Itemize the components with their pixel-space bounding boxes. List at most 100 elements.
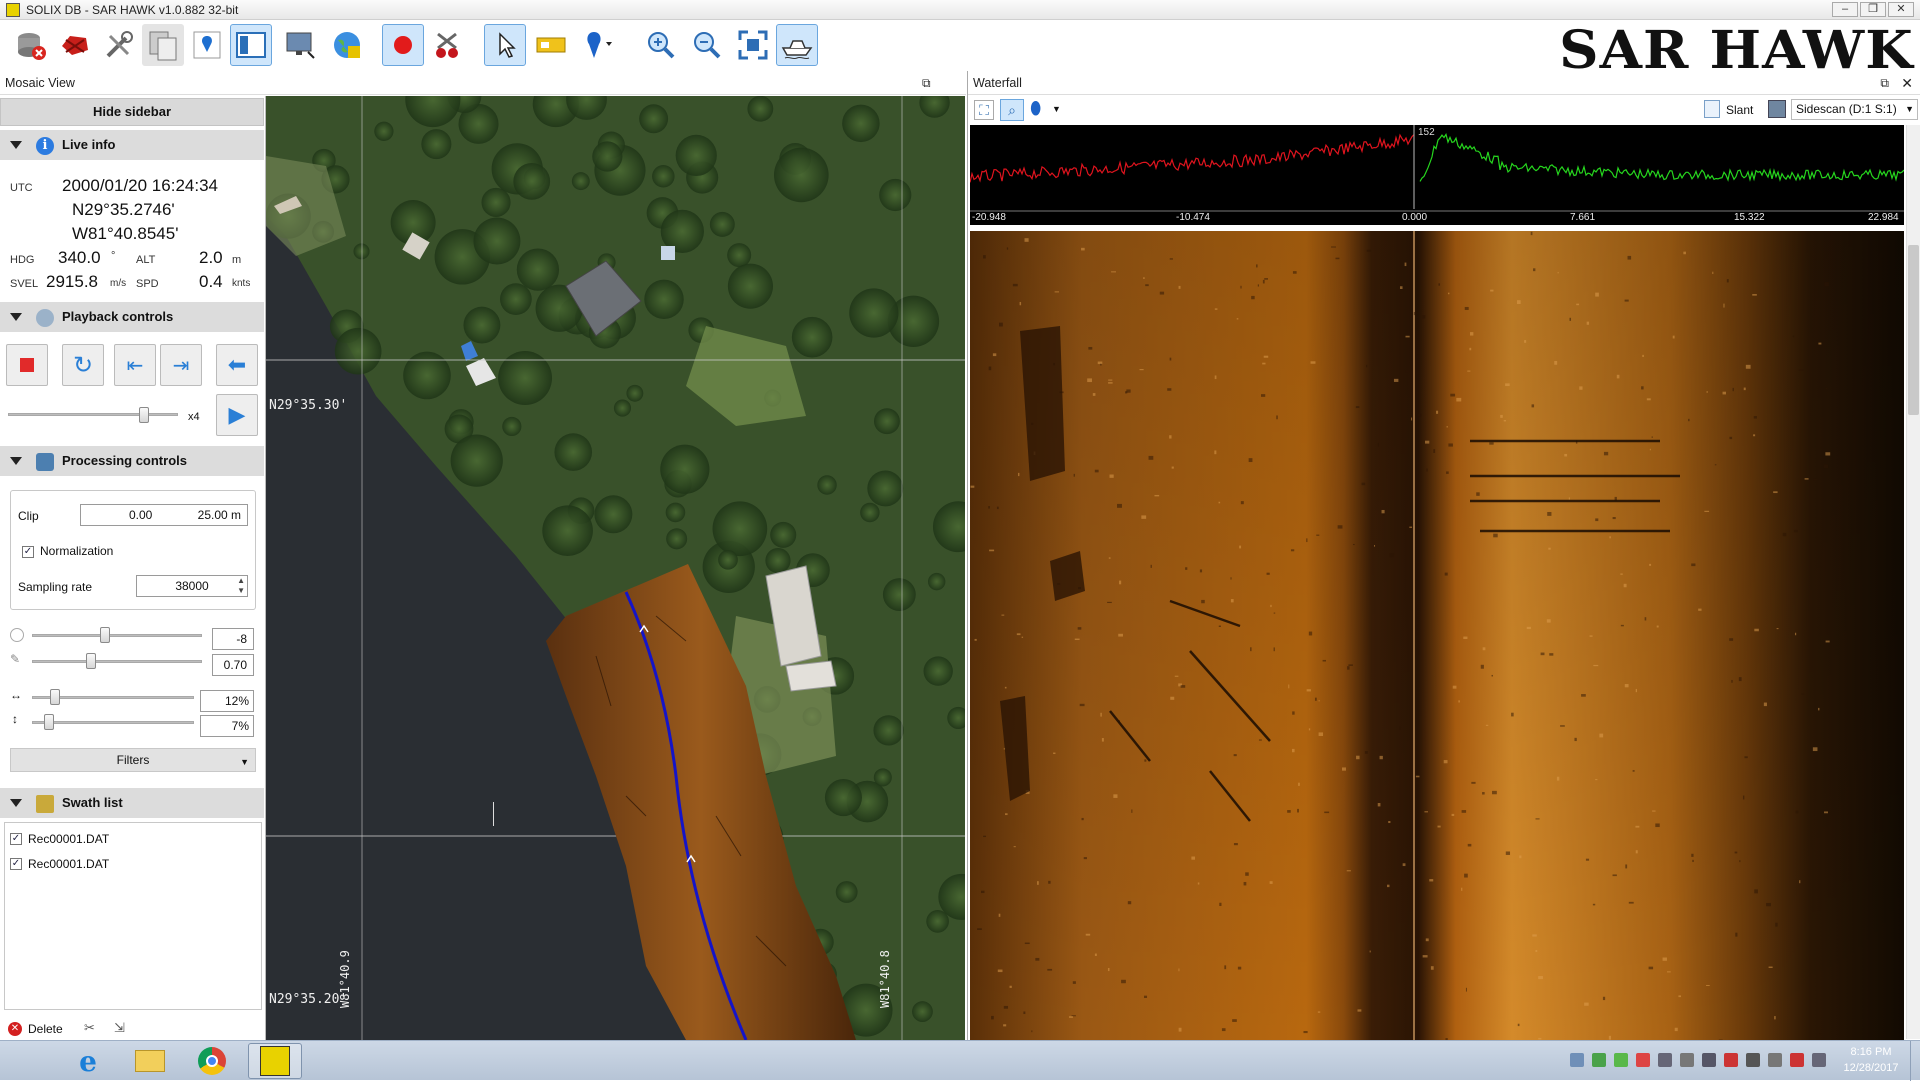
slider2-track[interactable] xyxy=(32,660,202,663)
next-button[interactable]: ⇥ xyxy=(160,344,202,386)
tray-icon[interactable] xyxy=(1702,1053,1716,1067)
fit-view-button[interactable] xyxy=(732,24,774,66)
swath-item-checkbox[interactable]: ✓ xyxy=(10,858,22,870)
close-icon[interactable]: ✕ xyxy=(1901,71,1913,95)
delete-icon[interactable]: ✕ xyxy=(8,1022,22,1036)
tray-icon[interactable] xyxy=(1570,1053,1584,1067)
tray-icon[interactable] xyxy=(1680,1053,1694,1067)
tray-icon[interactable] xyxy=(1658,1053,1672,1067)
speaker-icon[interactable] xyxy=(1746,1053,1760,1067)
fit-view-icon[interactable]: ⛶ xyxy=(974,100,994,120)
tree-blob xyxy=(614,400,631,417)
marker-button[interactable] xyxy=(186,24,228,66)
pointer-button[interactable] xyxy=(484,24,526,66)
previous-button[interactable]: ⇤ xyxy=(114,344,156,386)
slider4-knob[interactable] xyxy=(44,714,54,730)
mode-dropdown[interactable]: Sidescan (D:1 S:1) ▼ xyxy=(1791,99,1918,120)
globe-button[interactable] xyxy=(326,24,368,66)
filters-dropdown[interactable]: Filters ▼ xyxy=(10,748,256,772)
mosaic-view-header: Mosaic View ⧉ xyxy=(0,71,966,95)
slider1-value[interactable]: -8 xyxy=(212,628,254,650)
processing-controls-header[interactable]: Processing controls xyxy=(0,446,264,476)
sampling-rate-spinbox[interactable]: 38000 ▲▼ xyxy=(136,575,248,597)
slant-label[interactable]: Slant xyxy=(1726,103,1753,117)
loop-button[interactable]: ↻ xyxy=(62,344,104,386)
live-info-header[interactable]: i Live info xyxy=(0,130,264,160)
hide-sidebar-button[interactable]: Hide sidebar xyxy=(0,98,264,126)
swath-list-header[interactable]: Swath list xyxy=(0,788,264,818)
slant-icon[interactable] xyxy=(1704,100,1720,118)
internet-explorer-icon[interactable]: e xyxy=(64,1043,112,1079)
stop-button[interactable] xyxy=(6,344,48,386)
sar-hawk-taskbar-icon[interactable] xyxy=(248,1043,302,1079)
mosaic-map[interactable]: N29°35.30' N29°35.20' W81°40.9 W81°40.8 xyxy=(266,96,965,1040)
clock-date[interactable]: 12/28/2017 xyxy=(1836,1062,1906,1074)
tray-icon[interactable] xyxy=(1636,1053,1650,1067)
waypoint-button[interactable] xyxy=(576,24,618,66)
sonar-speckle xyxy=(1342,767,1346,770)
swath-list-title: Swath list xyxy=(62,788,123,818)
play-button[interactable]: ▶ xyxy=(216,394,258,436)
show-desktop-button[interactable] xyxy=(1910,1041,1920,1081)
swath-list-item[interactable]: Rec00001.DAT xyxy=(28,857,109,871)
minimize-button[interactable]: – xyxy=(1832,2,1858,17)
slider2-knob[interactable] xyxy=(86,653,96,669)
close-database-button[interactable] xyxy=(10,24,52,66)
screen-button[interactable] xyxy=(280,24,322,66)
zoom-icon[interactable]: ⌕ xyxy=(1000,99,1024,121)
spin-arrows-icon[interactable]: ▲▼ xyxy=(237,576,245,596)
collapse-arrow-icon[interactable] xyxy=(10,457,22,465)
record-button[interactable] xyxy=(382,24,424,66)
slider4-value[interactable]: 7% xyxy=(200,715,254,737)
cherries-button[interactable] xyxy=(426,24,468,66)
copy-button[interactable] xyxy=(142,24,184,66)
swath-item-checkbox[interactable]: ✓ xyxy=(10,833,22,845)
playback-controls-header[interactable]: Playback controls xyxy=(0,302,264,332)
tools-small-icon[interactable]: ✂ xyxy=(84,1020,95,1036)
delete-button[interactable]: Delete xyxy=(28,1022,63,1036)
radio-icon[interactable] xyxy=(10,628,24,642)
collapse-arrow-icon[interactable] xyxy=(10,799,22,807)
tray-icon[interactable] xyxy=(1790,1053,1804,1067)
tools-button[interactable] xyxy=(98,24,140,66)
tray-icon[interactable] xyxy=(1812,1053,1826,1067)
maximize-button[interactable]: ❐ xyxy=(1860,2,1886,17)
clock-time[interactable]: 8:16 PM xyxy=(1836,1046,1906,1058)
tray-icon[interactable] xyxy=(1592,1053,1606,1067)
swath-list-item[interactable]: Rec00001.DAT xyxy=(28,832,109,846)
tray-icon[interactable] xyxy=(1724,1053,1738,1067)
tray-icon[interactable] xyxy=(1614,1053,1628,1067)
speed-slider-track[interactable] xyxy=(8,413,178,416)
slider3-knob[interactable] xyxy=(50,689,60,705)
sidebar-toggle-button[interactable] xyxy=(230,24,272,66)
rewind-button[interactable]: ⬅ xyxy=(216,344,258,386)
clip-range-field[interactable]: 0.00 25.00 m xyxy=(80,504,248,526)
boat-button[interactable] xyxy=(776,24,818,66)
chevron-down-icon[interactable]: ▼ xyxy=(1052,104,1061,114)
collapse-arrow-icon[interactable] xyxy=(10,313,22,321)
delete-record-button[interactable] xyxy=(54,24,96,66)
slider2-value[interactable]: 0.70 xyxy=(212,654,254,676)
scrollbar-thumb[interactable] xyxy=(1908,245,1919,415)
slider4-track[interactable] xyxy=(32,721,194,724)
chrome-icon[interactable] xyxy=(188,1043,236,1079)
sonar-speckle xyxy=(1743,796,1744,800)
zoom-in-button[interactable] xyxy=(640,24,682,66)
waypoint-icon[interactable]: ⬮ xyxy=(1030,98,1041,119)
normalization-checkbox[interactable]: ✓ xyxy=(22,546,34,558)
file-explorer-icon[interactable] xyxy=(126,1043,174,1079)
slider1-knob[interactable] xyxy=(100,627,110,643)
ruler-button[interactable] xyxy=(530,24,572,66)
zoom-out-button[interactable] xyxy=(686,24,728,66)
undock-icon[interactable]: ⧉ xyxy=(1880,71,1889,95)
speed-slider-knob[interactable] xyxy=(139,407,149,423)
waterfall-sonar-image[interactable] xyxy=(970,231,1904,1040)
close-button[interactable]: ✕ xyxy=(1888,2,1914,17)
waterfall-scrollbar[interactable] xyxy=(1906,125,1920,1039)
export-icon[interactable]: ⇲ xyxy=(114,1020,125,1036)
undock-icon[interactable]: ⧉ xyxy=(922,71,931,95)
slider3-value[interactable]: 12% xyxy=(200,690,254,712)
slider1-track[interactable] xyxy=(32,634,202,637)
collapse-arrow-icon[interactable] xyxy=(10,141,22,149)
tray-icon[interactable] xyxy=(1768,1053,1782,1067)
